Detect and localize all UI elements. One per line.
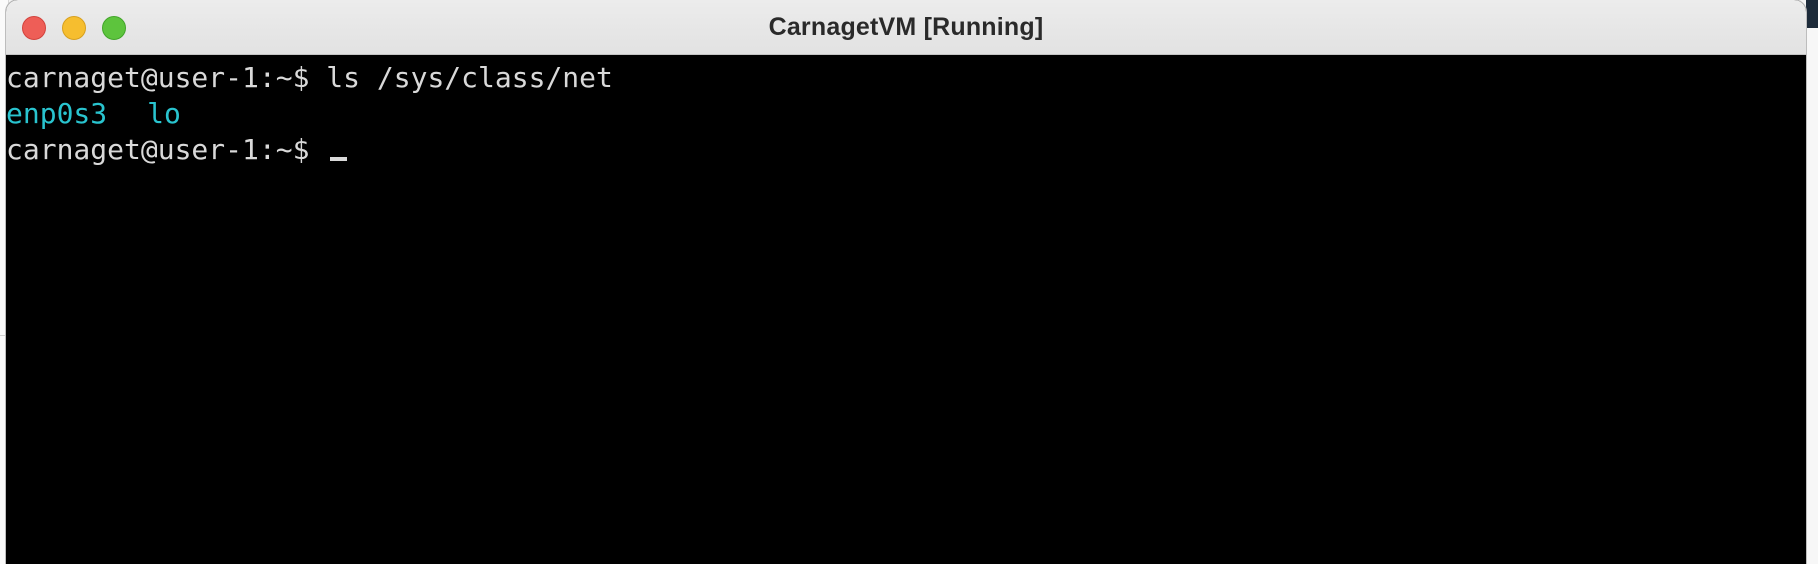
window-controls (22, 16, 126, 40)
terminal-line: carnaget@user-1:~$ (6, 132, 1806, 168)
terminal-command: ls /sys/class/net (326, 61, 613, 94)
terminal-output-line: enp0s3 lo (6, 96, 1806, 132)
output-item-interface: enp0s3 (6, 97, 108, 130)
vm-window: CarnagetVM [Running] carnaget@user-1:~$ … (6, 0, 1806, 564)
terminal-prompt: carnaget@user-1:~$ (6, 133, 310, 166)
terminal-line: carnaget@user-1:~$ ls /sys/class/net (6, 60, 1806, 96)
output-item-interface: lo (147, 97, 181, 130)
desktop: CarnagetVM [Running] carnaget@user-1:~$ … (0, 0, 1818, 564)
terminal-screen[interactable]: carnaget@user-1:~$ ls /sys/class/net enp… (6, 55, 1806, 564)
window-title: CarnagetVM [Running] (768, 12, 1044, 41)
zoom-dot-icon[interactable] (102, 16, 126, 40)
title-bar[interactable]: CarnagetVM [Running] (6, 0, 1806, 55)
cursor-icon (330, 157, 348, 161)
background-window-edge-right (1806, 0, 1818, 564)
terminal-prompt: carnaget@user-1:~$ (6, 61, 310, 94)
background-dark-corner (1806, 0, 1818, 28)
close-dot-icon[interactable] (22, 16, 46, 40)
minimize-dot-icon[interactable] (62, 16, 86, 40)
